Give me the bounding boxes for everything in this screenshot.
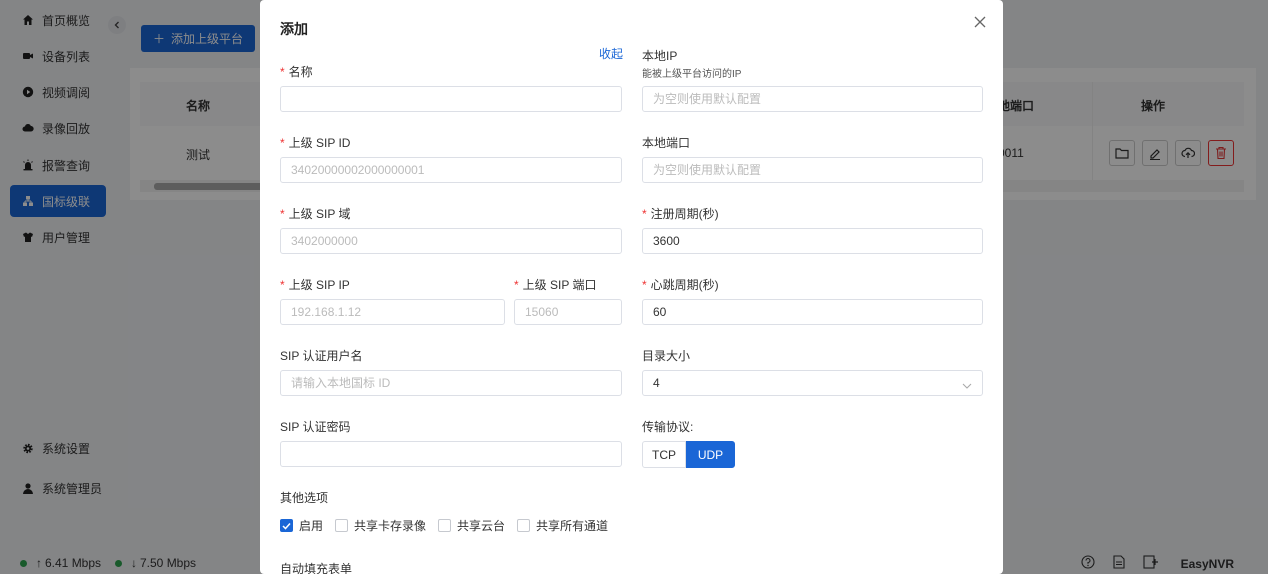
register-period-label: * 注册周期(秒) bbox=[642, 207, 719, 221]
sip-ip-label: * 上级 SIP IP bbox=[280, 278, 350, 292]
heartbeat-period-input[interactable] bbox=[642, 299, 983, 325]
share-all-channels-checkbox[interactable]: 共享所有通道 bbox=[517, 517, 608, 534]
local-ip-input[interactable] bbox=[642, 86, 983, 112]
check-icon bbox=[280, 519, 293, 532]
auth-user-input[interactable] bbox=[280, 370, 622, 396]
local-port-label: 本地端口 bbox=[642, 136, 691, 150]
register-period-input[interactable] bbox=[642, 228, 983, 254]
dialog-title: 添加 bbox=[280, 21, 308, 37]
catalog-size-select[interactable]: 4 bbox=[642, 370, 983, 396]
catalog-size-label: 目录大小 bbox=[642, 349, 691, 363]
share-ptz-checkbox[interactable]: 共享云台 bbox=[438, 517, 505, 534]
sip-domain-input[interactable] bbox=[280, 228, 622, 254]
sip-id-input[interactable] bbox=[280, 157, 622, 183]
share-sd-record-checkbox[interactable]: 共享卡存录像 bbox=[335, 517, 426, 534]
other-options-label: 其他选项 bbox=[280, 491, 329, 505]
local-ip-label: 本地IP bbox=[642, 49, 678, 63]
autofill-label: 自动填充表单 bbox=[280, 562, 353, 574]
sip-port-input[interactable] bbox=[514, 299, 622, 325]
sip-domain-label: * 上级 SIP 域 bbox=[280, 207, 351, 221]
transport-udp-option[interactable]: UDP bbox=[686, 441, 735, 468]
sip-ip-input[interactable] bbox=[280, 299, 505, 325]
auth-password-label: SIP 认证密码 bbox=[280, 420, 351, 434]
chevron-down-icon bbox=[962, 379, 972, 393]
other-options-group: 启用 共享卡存录像 共享云台 共享所有通道 bbox=[280, 517, 620, 534]
name-label: * 名称 bbox=[280, 65, 313, 79]
name-input[interactable] bbox=[280, 86, 622, 112]
auth-user-label: SIP 认证用户名 bbox=[280, 349, 363, 363]
local-port-input[interactable] bbox=[642, 157, 983, 183]
transport-tcp-option[interactable]: TCP bbox=[642, 441, 686, 468]
add-platform-dialog: 添加 收起 *名称 *上级 SIP ID *上级 SIP 域 *上级 SIP I… bbox=[260, 0, 1003, 574]
sip-id-label: * 上级 SIP ID bbox=[280, 136, 351, 150]
auth-password-input[interactable] bbox=[280, 441, 622, 467]
collapse-link[interactable]: 收起 bbox=[599, 45, 623, 62]
close-icon[interactable] bbox=[972, 14, 988, 30]
transport-label: 传输协议: bbox=[642, 420, 694, 434]
heartbeat-period-label: * 心跳周期(秒) bbox=[642, 278, 719, 292]
enable-checkbox[interactable]: 启用 bbox=[280, 517, 323, 534]
sip-port-label: * 上级 SIP 端口 bbox=[514, 278, 597, 292]
local-ip-hint: 能被上级平台访问的IP bbox=[642, 69, 742, 80]
transport-toggle: TCP UDP bbox=[642, 441, 735, 468]
